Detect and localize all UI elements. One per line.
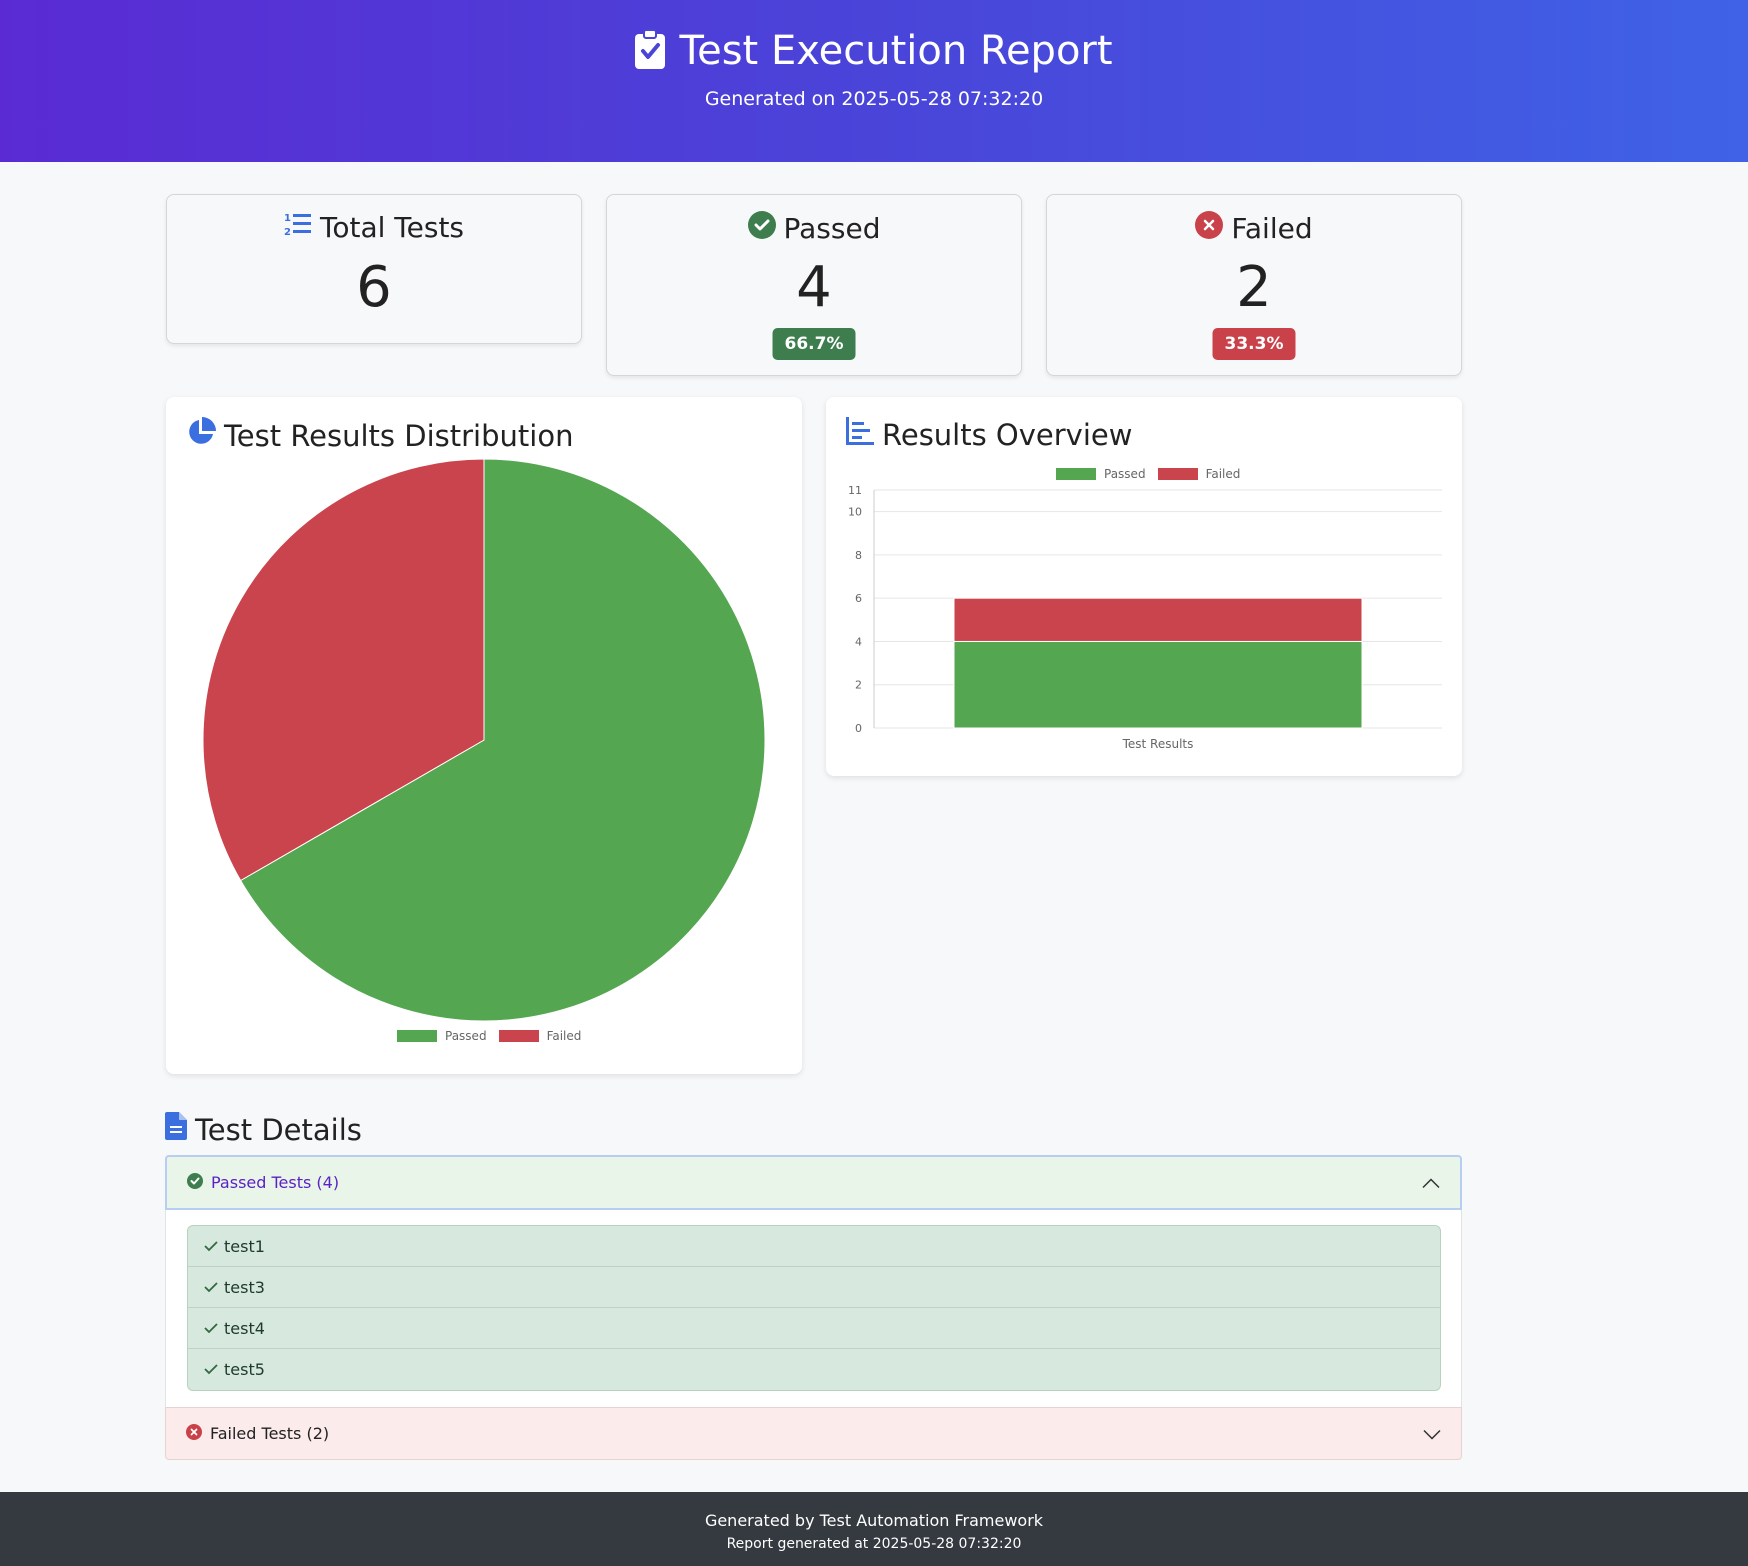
clipboard-check-icon — [635, 29, 666, 73]
list-item: test4 — [188, 1308, 1440, 1349]
legend-swatch-failed — [498, 1030, 539, 1042]
title-row: Test Execution Report — [0, 28, 1748, 74]
overview-panel: Results Overview Passed Failed 0 2 4 6 8 10 11… — [826, 397, 1462, 776]
failed-percent-badge: 33.3% — [1212, 328, 1296, 360]
test-name: test1 — [224, 1236, 265, 1256]
test-name: test3 — [224, 1277, 265, 1297]
test-details-title: Test Details — [195, 1112, 362, 1147]
y-tick-label: 2 — [855, 679, 862, 692]
footer: Generated by Test Automation Framework R… — [0, 1492, 1748, 1566]
document-icon — [165, 1112, 187, 1147]
y-tick-label: 10 — [848, 506, 862, 519]
bar-segment-passed — [953, 640, 1363, 729]
failed-tests-label: Failed Tests (2) — [210, 1424, 330, 1443]
svg-text:2: 2 — [284, 227, 291, 237]
list-item: test5 — [188, 1349, 1440, 1390]
bar-segment-failed — [953, 597, 1363, 642]
failed-value: 2 — [1236, 255, 1272, 320]
footer-timestamp: Report generated at 2025-05-28 07:32:20 — [726, 1536, 1022, 1552]
check-circle-icon — [747, 211, 776, 246]
y-tick-label: 0 — [855, 722, 862, 735]
legend-label-passed: Passed — [445, 1029, 487, 1043]
failed-tests-accordion-header[interactable]: Failed Tests (2) — [165, 1407, 1462, 1460]
total-tests-label: Total Tests — [319, 211, 465, 244]
check-icon — [204, 1237, 218, 1256]
passed-card: Passed 4 66.7% — [606, 194, 1022, 376]
legend-label-failed: Failed — [546, 1029, 582, 1043]
chevron-down-icon[interactable] — [1423, 1424, 1441, 1443]
passed-tests-accordion-header[interactable]: Passed Tests (4) — [165, 1155, 1462, 1210]
check-icon — [204, 1319, 218, 1338]
check-icon — [204, 1360, 218, 1379]
y-tick-label: 6 — [855, 592, 862, 605]
x-tick-label: Test Results — [1122, 737, 1194, 751]
passed-tests-list: test1 test3 test4 test5 — [187, 1225, 1441, 1391]
passed-tests-label: Passed Tests (4) — [211, 1173, 340, 1192]
failed-card: Failed 2 33.3% — [1046, 194, 1462, 376]
failed-label: Failed — [1231, 212, 1313, 245]
y-tick-label: 8 — [855, 549, 862, 562]
y-tick-label: 11 — [848, 484, 862, 497]
generated-timestamp: Generated on 2025-05-28 07:32:20 — [704, 88, 1044, 110]
test-name: test4 — [224, 1318, 265, 1338]
distribution-panel: Test Results Distribution Passed Failed — [166, 397, 802, 1074]
pie-chart — [202, 458, 766, 1022]
list-item: test1 — [188, 1226, 1440, 1267]
passed-value: 4 — [796, 255, 832, 320]
passed-label: Passed — [783, 212, 881, 245]
svg-text:1: 1 — [284, 213, 291, 224]
list-ol-icon: 1 2 — [284, 211, 312, 244]
list-item: test3 — [188, 1267, 1440, 1308]
test-name: test5 — [224, 1360, 265, 1379]
bar-chart: 0 2 4 6 8 10 11 Test Results — [848, 484, 1442, 751]
legend-swatch-passed — [397, 1030, 437, 1042]
x-circle-icon — [1195, 211, 1224, 246]
check-circle-icon — [187, 1172, 203, 1193]
check-icon — [204, 1278, 218, 1297]
chevron-up-icon[interactable] — [1422, 1173, 1440, 1192]
pie-legend: Passed Failed — [397, 1029, 581, 1043]
test-details-heading: Test Details — [165, 1112, 362, 1147]
y-tick-label: 4 — [855, 635, 862, 648]
x-circle-icon — [186, 1423, 202, 1444]
total-tests-value: 6 — [356, 255, 392, 320]
passed-percent-badge: 66.7% — [772, 328, 856, 360]
total-tests-card: 1 2 Total Tests 6 — [166, 194, 582, 344]
report-header: Test Execution Report Generated on 2025-… — [0, 0, 1748, 162]
page-title: Test Execution Report — [679, 28, 1113, 74]
footer-generated-by: Generated by Test Automation Framework — [704, 1511, 1044, 1530]
